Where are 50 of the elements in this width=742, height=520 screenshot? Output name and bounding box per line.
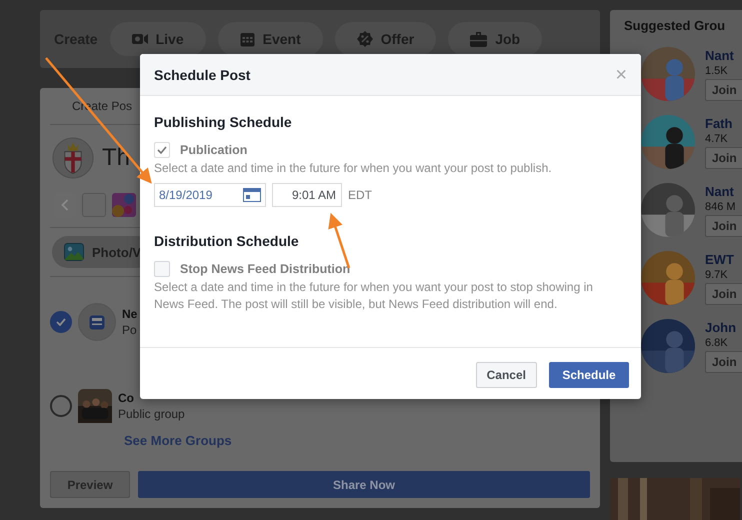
photo-icon <box>64 243 84 261</box>
join-button[interactable]: Join <box>705 282 742 304</box>
group-name[interactable]: Nant <box>705 184 734 198</box>
checkbox[interactable] <box>154 142 170 158</box>
time-zone: EDT <box>348 188 372 202</box>
share-button[interactable]: Share Now <box>138 471 590 498</box>
member-count: 6.8K <box>705 336 728 348</box>
video-camera-icon <box>132 32 148 46</box>
see-more-link[interactable]: See More Groups <box>124 433 232 448</box>
percent-badge-icon <box>356 31 373 47</box>
join-button[interactable]: Join <box>705 146 742 168</box>
section-heading: Publishing Schedule <box>154 114 293 130</box>
destination-detail: Po <box>122 323 138 337</box>
schedule-button[interactable]: Schedule <box>549 362 629 388</box>
description: Select a date and time in the future for when you want your post to stop showing in News Feed. The post will still be visible, but News Feed distribution will end. <box>154 279 594 313</box>
close-button[interactable]: × <box>613 64 629 84</box>
group-name[interactable]: Fath <box>705 116 732 130</box>
group-name[interactable]: EWT <box>705 252 734 266</box>
date-field[interactable]: 8/19/2019 <box>154 183 266 207</box>
destination-name: Co <box>118 391 135 405</box>
destination-name: Ne <box>122 307 138 321</box>
dialog-title: Schedule Post <box>154 66 250 82</box>
description: Select a date and time in the future for when you want your post to publish. <box>154 160 553 177</box>
checkbox-label: Publication <box>180 143 248 157</box>
group-name[interactable]: Nant <box>705 48 734 62</box>
checkbox[interactable] <box>154 261 170 277</box>
briefcase-icon <box>470 32 488 46</box>
section-heading: Distribution Schedule <box>154 233 300 249</box>
destination-detail: Public group <box>118 407 185 421</box>
member-count: 846 M <box>705 200 736 212</box>
member-count: 1.5K <box>705 64 728 76</box>
calendar-icon <box>240 32 255 46</box>
calendar-icon[interactable] <box>243 188 261 202</box>
news-feed-icon <box>89 314 105 330</box>
check-icon <box>56 318 66 326</box>
chevron-left-icon <box>61 199 69 211</box>
join-button[interactable]: Join <box>705 78 742 100</box>
section-title: Suggested Grou <box>624 18 726 33</box>
check-icon <box>157 146 167 154</box>
join-button[interactable]: Join <box>705 350 742 372</box>
radio-button[interactable] <box>50 395 72 417</box>
radio-button[interactable] <box>50 311 72 333</box>
group-name[interactable]: John <box>705 320 736 334</box>
checkbox-label: Stop News Feed Distribution <box>180 262 350 276</box>
time-field[interactable]: 9:01 AM <box>272 183 342 207</box>
cancel-button[interactable]: Cancel <box>476 362 537 388</box>
crest-avatar-icon <box>52 137 94 179</box>
member-count: 9.7K <box>705 268 728 280</box>
join-button[interactable]: Join <box>705 214 742 236</box>
member-count: 4.7K <box>705 132 728 144</box>
